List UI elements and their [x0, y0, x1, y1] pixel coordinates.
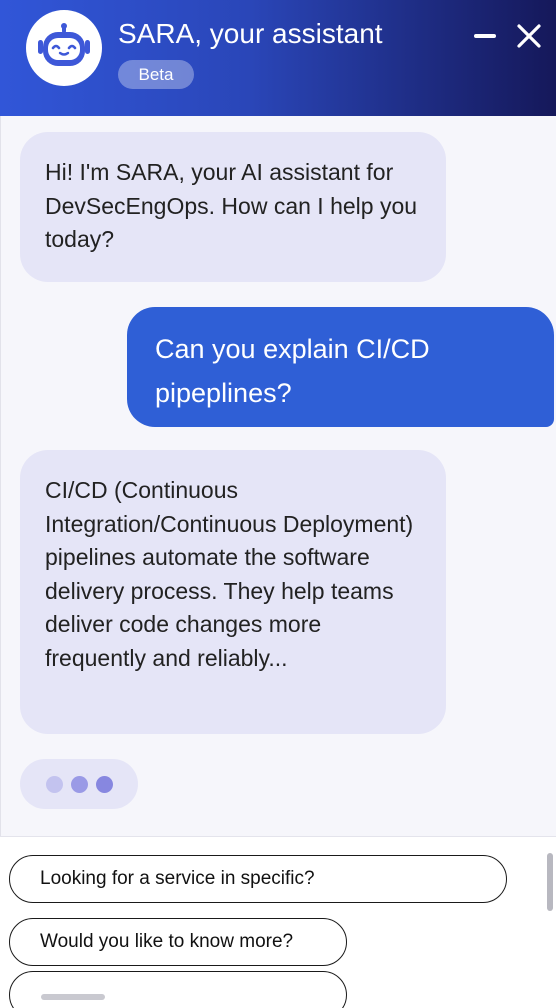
minimize-button[interactable] — [472, 22, 500, 50]
assistant-message: CI/CD (Continuous Integration/Continuous… — [20, 450, 446, 734]
typing-dot — [70, 775, 88, 793]
chat-title: SARA, your assistant — [118, 18, 383, 49]
suggestion-chip[interactable]: Looking for a service in specific? — [9, 855, 507, 903]
assistant-avatar — [26, 10, 102, 86]
beta-badge: Beta — [118, 60, 194, 89]
chat-header: SARA, your assistant Beta — [0, 0, 556, 116]
typing-dot — [95, 775, 113, 793]
message-list[interactable]: Hi! I'm SARA, your AI assistant for DevS… — [0, 116, 556, 836]
typing-indicator — [20, 759, 138, 809]
minimize-icon — [474, 34, 496, 38]
message-text: CI/CD (Continuous Integration/Continuous… — [45, 477, 414, 671]
robot-icon — [38, 23, 90, 66]
drag-handle[interactable] — [41, 994, 105, 1000]
message-text: Hi! I'm SARA, your AI assistant for DevS… — [45, 159, 418, 252]
suggestions-scrollbar[interactable] — [547, 853, 553, 911]
suggestion-chip[interactable]: Would you like to know more? — [9, 918, 347, 966]
user-message: Can you explain CI/CD pipeplines? — [127, 307, 554, 427]
close-icon — [517, 24, 541, 48]
suggestion-label: Looking for a service in specific? — [40, 868, 315, 889]
suggestions-panel[interactable]: Looking for a service in specific? Would… — [0, 836, 556, 1008]
typing-dot — [45, 775, 63, 793]
message-text: Can you explain CI/CD pipeplines? — [155, 334, 430, 408]
suggestion-label: Would you like to know more? — [40, 931, 294, 952]
suggestion-chip[interactable] — [9, 971, 347, 1008]
assistant-message: Hi! I'm SARA, your AI assistant for DevS… — [20, 132, 446, 282]
close-button[interactable] — [515, 22, 543, 50]
